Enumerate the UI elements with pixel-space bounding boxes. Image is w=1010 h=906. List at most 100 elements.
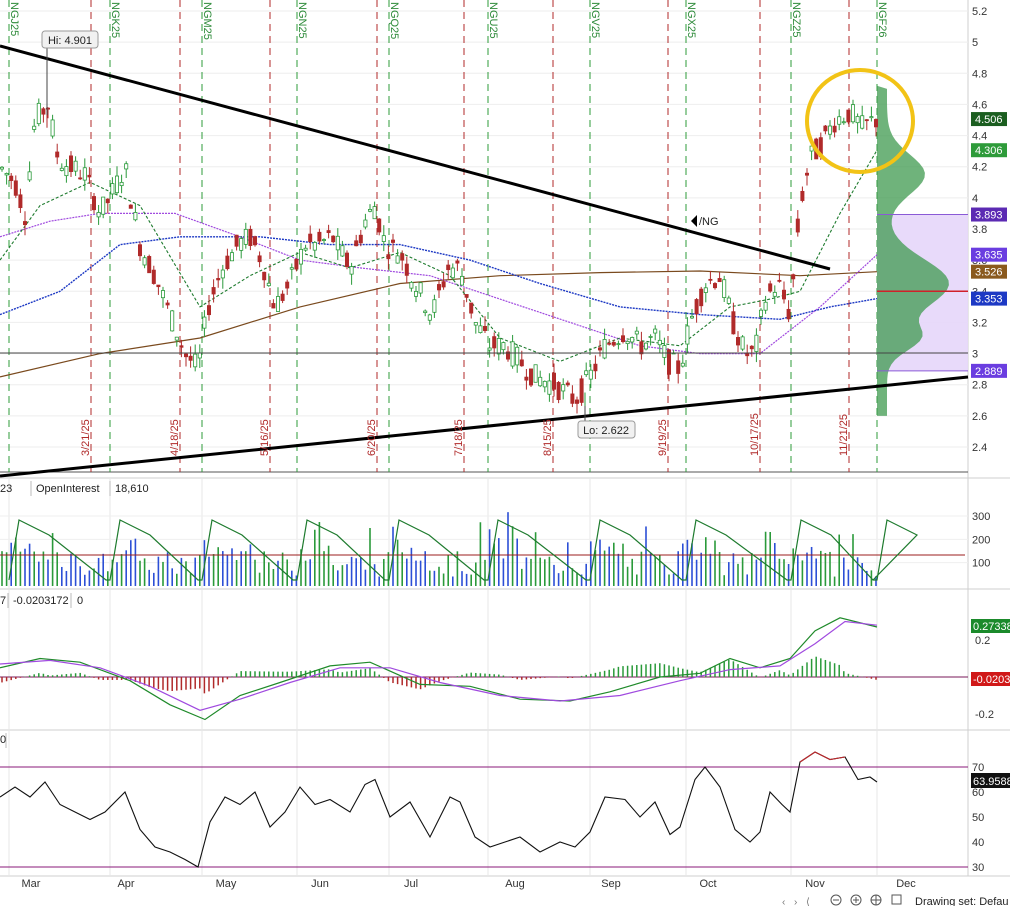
expiration-label: 6/20/25 bbox=[366, 419, 378, 456]
candle-body bbox=[667, 349, 672, 375]
candle-body bbox=[782, 289, 787, 300]
candle-body bbox=[427, 314, 432, 321]
candle-body bbox=[611, 342, 616, 346]
scroll-left-icon[interactable]: ‹ bbox=[782, 897, 785, 906]
candle-body bbox=[616, 343, 621, 346]
candle-body bbox=[593, 363, 598, 372]
candle-body bbox=[446, 264, 451, 271]
drawing-set-label[interactable]: Drawing set: Defau bbox=[915, 896, 1009, 906]
price-tick-label: 3.2 bbox=[972, 317, 987, 329]
open-interest-legend: OpenInterest bbox=[36, 483, 100, 495]
candle-body bbox=[630, 337, 635, 343]
candle-body bbox=[170, 310, 175, 332]
candle-body bbox=[400, 253, 405, 261]
candle-body bbox=[690, 315, 695, 319]
candle-body bbox=[648, 336, 653, 338]
scroll-right-icon[interactable]: › bbox=[794, 897, 797, 906]
candle-body bbox=[55, 151, 60, 158]
candle-body bbox=[662, 345, 667, 358]
price-label-value: 3.635 bbox=[975, 250, 1003, 262]
candle-body bbox=[101, 196, 106, 215]
candle-body bbox=[768, 283, 773, 292]
contract-roll-label: NGU25 bbox=[487, 2, 499, 39]
candle-body bbox=[547, 380, 552, 395]
candle-body bbox=[377, 218, 382, 233]
candle-body bbox=[726, 297, 731, 304]
candle-body bbox=[805, 172, 810, 176]
candle-body bbox=[50, 119, 55, 137]
month-label: Mar bbox=[22, 878, 41, 890]
candle-body bbox=[524, 376, 529, 381]
rsi-tick-label: 30 bbox=[972, 862, 984, 874]
candle-body bbox=[294, 258, 299, 270]
candle-body bbox=[73, 160, 78, 172]
candle-body bbox=[13, 180, 18, 196]
candle-body bbox=[851, 104, 856, 123]
volume-legend: 23 OpenInterest 18,610 bbox=[0, 481, 149, 496]
candle-body bbox=[860, 115, 865, 129]
candle-body bbox=[455, 260, 460, 264]
candle-body bbox=[87, 174, 92, 178]
candle-body bbox=[713, 283, 718, 289]
macd-left-fragment: 7 bbox=[0, 595, 6, 607]
contract-roll-label: NGX25 bbox=[685, 2, 697, 38]
candle-body bbox=[515, 346, 520, 366]
month-label: Oct bbox=[699, 878, 716, 890]
candle-body bbox=[469, 302, 474, 314]
reset-icon[interactable] bbox=[891, 894, 902, 905]
candle-body bbox=[59, 167, 64, 171]
candle-body bbox=[64, 166, 69, 177]
candle-body bbox=[92, 196, 97, 211]
candle-body bbox=[367, 209, 372, 212]
candle-body bbox=[634, 330, 639, 335]
candle-body bbox=[786, 308, 791, 320]
month-label: Sep bbox=[601, 878, 621, 890]
candle-body bbox=[142, 257, 147, 266]
volume-panel: 23 OpenInterest 18,610 300 200 100 bbox=[0, 481, 990, 586]
candle-body bbox=[220, 269, 225, 279]
candle-body bbox=[501, 342, 506, 351]
candle-body bbox=[193, 353, 198, 368]
candle-body bbox=[772, 291, 777, 297]
candle-body bbox=[584, 370, 589, 376]
candle-body bbox=[731, 311, 736, 335]
macd-value: -0.0203172 bbox=[13, 595, 69, 607]
candle-body bbox=[510, 341, 515, 367]
price-chart[interactable]: Hi: 4.901 Lo: 2.622 /NG 5.2 5 4.8 4.6 4.4 4.2… bbox=[0, 0, 1010, 906]
candle-body bbox=[372, 206, 377, 220]
candle-body bbox=[552, 372, 557, 390]
price-tick-label: 3.8 bbox=[972, 224, 987, 236]
candle-body bbox=[602, 339, 607, 359]
candle-body bbox=[800, 190, 805, 201]
candle-body bbox=[239, 238, 244, 251]
crosshair-icon[interactable] bbox=[870, 894, 882, 906]
candle-body bbox=[110, 183, 115, 195]
expiration-label: 10/17/25 bbox=[749, 413, 761, 456]
candle-body bbox=[464, 294, 469, 298]
candle-body bbox=[248, 228, 253, 246]
contract-roll-label: NGQ25 bbox=[388, 2, 400, 39]
candle-body bbox=[69, 155, 74, 172]
price-tick-label: 4 bbox=[972, 193, 978, 205]
candle-body bbox=[41, 108, 46, 115]
candle-body bbox=[579, 378, 584, 403]
candle-body bbox=[183, 353, 188, 358]
price-label-value: 3.353 bbox=[975, 294, 1003, 306]
candle-body bbox=[326, 230, 331, 234]
candle-body bbox=[708, 278, 713, 281]
candle-body bbox=[9, 175, 14, 181]
price-tick-label: 5 bbox=[972, 37, 978, 49]
month-label: May bbox=[216, 878, 237, 890]
candle-body bbox=[832, 125, 837, 133]
candle-body bbox=[271, 303, 276, 309]
macd-value-label: -0.0203 bbox=[973, 674, 1010, 686]
candle-body bbox=[846, 109, 851, 123]
candle-body bbox=[418, 282, 423, 294]
candle-body bbox=[538, 376, 543, 387]
scroll-start-icon[interactable]: ⟨ bbox=[806, 897, 810, 906]
candle-body bbox=[685, 325, 690, 345]
macd-tick-label: -0.2 bbox=[975, 709, 994, 721]
candle-body bbox=[837, 116, 842, 125]
candle-body bbox=[340, 245, 345, 257]
candle-body bbox=[0, 166, 4, 170]
